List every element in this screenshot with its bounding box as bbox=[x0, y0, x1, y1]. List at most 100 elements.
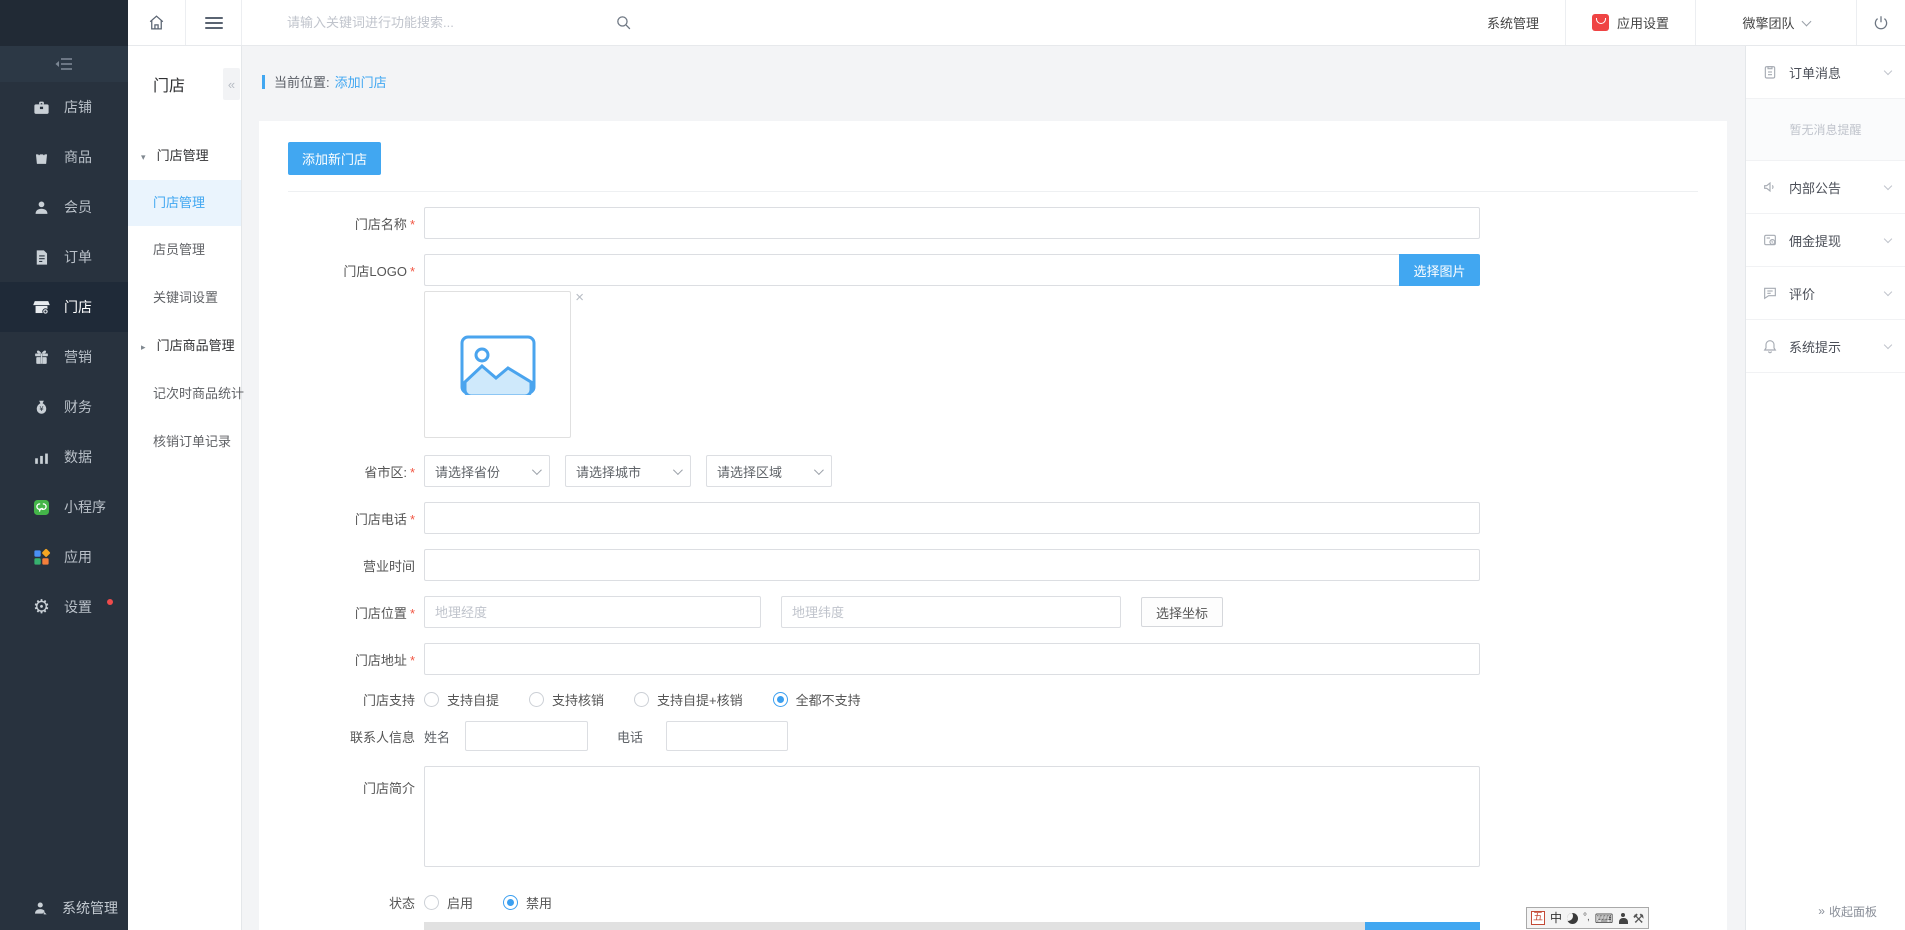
sidebar-item-member[interactable]: 会员 bbox=[0, 182, 128, 232]
panel-section-internal-announcement[interactable]: 内部公告 bbox=[1746, 161, 1905, 214]
breadcrumb: 当前位置: 添加门店 bbox=[262, 72, 1745, 91]
store-logo-input[interactable] bbox=[424, 254, 1399, 286]
collapse-panel-button[interactable]: » 收起面板 bbox=[1746, 892, 1905, 930]
breadcrumb-current-link[interactable]: 添加门店 bbox=[335, 72, 387, 91]
panel-section-label: 内部公告 bbox=[1789, 180, 1842, 196]
store-phone-input[interactable] bbox=[424, 502, 1480, 534]
menu-toggle-button[interactable] bbox=[186, 0, 242, 45]
chevron-down-icon bbox=[672, 464, 683, 475]
submenu-item-writeoff-records[interactable]: 核销订单记录 bbox=[128, 418, 241, 466]
sidebar-item-goods[interactable]: 商品 bbox=[0, 132, 128, 182]
account-menu[interactable]: 微擎团队 bbox=[1696, 0, 1856, 45]
submenu-group-store-goods[interactable]: ▸ 门店商品管理 bbox=[128, 322, 241, 370]
ime-fullwidth-icon[interactable] bbox=[1567, 912, 1579, 924]
topbar-app-settings-link[interactable]: 应用设置 bbox=[1566, 0, 1695, 45]
submenu-group-store-management[interactable]: ▾ 门店管理 bbox=[128, 132, 241, 180]
radio-option-enabled[interactable]: 启用 bbox=[424, 893, 473, 912]
radio-option-disabled[interactable]: 禁用 bbox=[503, 893, 552, 912]
submenu-item-store-management[interactable]: 门店管理 bbox=[128, 180, 241, 226]
form-row-support: 门店支持 支持自提 支持核销 支持自提+核销 全都不支持 bbox=[288, 690, 1698, 709]
sidebar-item-label: 小程序 bbox=[64, 499, 106, 515]
logout-button[interactable] bbox=[1857, 0, 1905, 45]
sidebar-item-label: 数据 bbox=[64, 449, 92, 465]
contact-name-input[interactable] bbox=[465, 721, 589, 751]
shop-icon bbox=[32, 98, 51, 117]
submenu-item-clerk-management[interactable]: 店员管理 bbox=[128, 226, 241, 274]
form-row-status: 状态 启用 禁用 bbox=[288, 893, 1698, 912]
sidebar-item-finance[interactable]: ¥ 财务 bbox=[0, 382, 128, 432]
sidebar-item-data[interactable]: 数据 bbox=[0, 432, 128, 482]
ime-punctuation-button[interactable]: °, bbox=[1583, 913, 1590, 923]
home-button[interactable] bbox=[128, 0, 186, 45]
topbar-app-settings-label: 应用设置 bbox=[1616, 16, 1669, 31]
add-store-button[interactable]: 添加新门店 bbox=[288, 142, 382, 175]
breadcrumb-prefix: 当前位置: bbox=[274, 75, 330, 90]
panel-section-reviews[interactable]: 评价 bbox=[1746, 267, 1905, 320]
radio-option-pickup-writeoff[interactable]: 支持自提+核销 bbox=[634, 690, 743, 709]
contact-name-label: 姓名 bbox=[424, 729, 451, 745]
store-intro-textarea[interactable] bbox=[424, 766, 1480, 867]
sidebar-item-label: 设置 bbox=[64, 599, 92, 615]
radio-option-writeoff[interactable]: 支持核销 bbox=[529, 690, 604, 709]
ime-keyboard-icon[interactable]: ⌨ bbox=[1595, 912, 1614, 925]
ime-tools-icon[interactable]: ⚒ bbox=[1633, 912, 1645, 925]
latitude-input[interactable] bbox=[781, 596, 1121, 628]
chevron-down-icon bbox=[1883, 287, 1893, 297]
sidebar-item-label: 应用 bbox=[64, 549, 92, 565]
province-select[interactable]: 请选择省份 bbox=[424, 455, 550, 487]
radio-option-self-pickup[interactable]: 支持自提 bbox=[424, 690, 499, 709]
panel-section-order-messages[interactable]: 订单消息 bbox=[1746, 46, 1905, 99]
submenu-item-keyword-settings[interactable]: 关键词设置 bbox=[128, 274, 241, 322]
ime-toolbar: 五 中 °, ⌨ ⚒ bbox=[1526, 907, 1650, 929]
form-row-region: 省市区: * 请选择省份 请选择城市 请选择区域 bbox=[288, 455, 1698, 487]
pick-coordinates-button[interactable]: 选择坐标 bbox=[1141, 597, 1224, 627]
sidebar-item-store[interactable]: 门店 bbox=[0, 282, 128, 332]
svg-text:¥: ¥ bbox=[1771, 239, 1774, 244]
search-icon[interactable] bbox=[615, 14, 632, 31]
partially-visible-button[interactable] bbox=[1365, 922, 1480, 930]
panel-section-system-tips[interactable]: 系统提示 bbox=[1746, 320, 1905, 373]
district-select[interactable]: 请选择区域 bbox=[706, 455, 832, 487]
sidebar-item-shop[interactable]: 店铺 bbox=[0, 82, 128, 132]
submenu-item-label: 店员管理 bbox=[153, 242, 206, 257]
search-input[interactable] bbox=[287, 15, 617, 30]
sidebar-item-order[interactable]: 订单 bbox=[0, 232, 128, 282]
ime-wubi-button[interactable]: 五 bbox=[1531, 911, 1545, 925]
add-store-form: 门店名称 * 门店LOGO * 选择图片 × 省市区: * 请选择省份 请选择城… bbox=[288, 192, 1698, 930]
city-select[interactable]: 请选择城市 bbox=[565, 455, 691, 487]
sidebar-item-label: 会员 bbox=[64, 199, 92, 215]
submenu-item-label: 记次时商品统计 bbox=[153, 386, 245, 401]
sidebar-item-system-admin[interactable]: 系统管理 bbox=[0, 886, 128, 930]
store-name-input[interactable] bbox=[424, 207, 1480, 239]
chart-icon bbox=[32, 448, 51, 467]
submenu-group-label: 门店商品管理 bbox=[156, 338, 235, 353]
sidebar-item-apps[interactable]: 应用 bbox=[0, 532, 128, 582]
submenu-item-label: 关键词设置 bbox=[153, 290, 219, 305]
sidebar-item-marketing[interactable]: 营销 bbox=[0, 332, 128, 382]
radio-icon bbox=[424, 692, 439, 707]
ime-language-button[interactable]: 中 bbox=[1550, 912, 1562, 924]
ime-person-icon[interactable] bbox=[1618, 912, 1628, 924]
store-address-input[interactable] bbox=[424, 643, 1480, 675]
svg-text:¥: ¥ bbox=[39, 405, 43, 413]
submenu-collapse-button[interactable]: « bbox=[223, 68, 240, 100]
sidebar-item-miniprogram[interactable]: 小程序 bbox=[0, 482, 128, 532]
business-hours-input[interactable] bbox=[424, 549, 1480, 581]
radio-option-none[interactable]: 全都不支持 bbox=[772, 690, 861, 709]
submenu-group-label: 门店管理 bbox=[156, 148, 209, 163]
logo-preview-box[interactable]: × bbox=[424, 290, 584, 438]
logo-input-group: 选择图片 bbox=[424, 254, 1480, 286]
panel-section-commission-withdrawal[interactable]: ¥ 佣金提现 bbox=[1746, 214, 1905, 267]
required-star: * bbox=[409, 263, 415, 279]
chevron-down-icon bbox=[531, 464, 542, 475]
topbar-system-admin-link[interactable]: 系统管理 bbox=[1461, 0, 1565, 45]
chevron-down-icon bbox=[1883, 234, 1893, 244]
radio-label: 支持核销 bbox=[552, 693, 605, 708]
submenu-item-count-time-stats[interactable]: 记次时商品统计 bbox=[128, 370, 245, 418]
sidebar-item-settings[interactable]: ⚙ 设置 bbox=[0, 582, 128, 632]
contact-phone-input[interactable] bbox=[666, 721, 789, 751]
remove-image-button[interactable]: × bbox=[575, 290, 584, 305]
longitude-input[interactable] bbox=[424, 596, 761, 628]
sidebar-fold-button[interactable] bbox=[0, 46, 128, 82]
choose-image-button[interactable]: 选择图片 bbox=[1399, 254, 1480, 286]
